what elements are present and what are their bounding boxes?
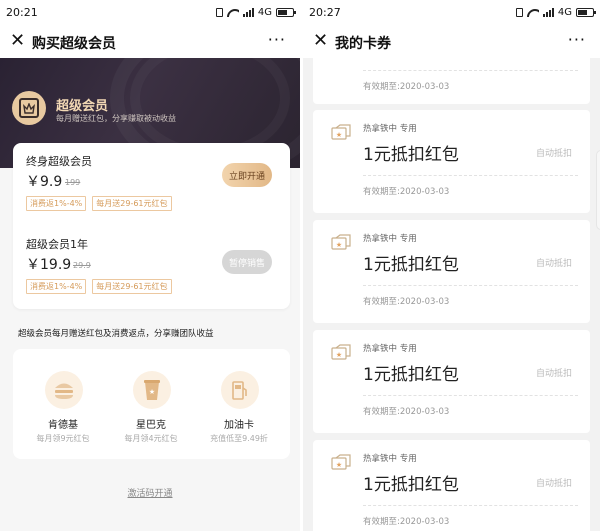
coupon-expiry: 有效期至:2020-03-03: [363, 517, 450, 527]
coupon-expiry: 有效期至:2020-03-03: [363, 187, 450, 197]
sale-paused-button: 暂停销售: [222, 250, 272, 274]
my-coupons-screen: 20:27 4G ✕ 我的卡券 ··· 有效期至:2020-03-03 ★ 热拿…: [303, 0, 600, 531]
coupon-divider: [363, 70, 578, 71]
signal-icon: [242, 8, 254, 17]
wifi-icon: [527, 8, 539, 17]
coupon-amount: 1元抵扣红包: [363, 255, 459, 275]
coupon-divider: [363, 285, 578, 286]
nav-bar: ✕ 我的卡券 ···: [303, 26, 600, 58]
coupon-card[interactable]: ★ 热拿铁中 专用 1元抵扣红包 自动抵扣 有效期至:2020-03-03: [313, 330, 590, 433]
benefit-fuel-card[interactable]: 加油卡 充值低至9.49折: [193, 349, 285, 459]
activation-code-link[interactable]: 激活码开通: [0, 486, 300, 499]
plan-name: 终身超级会员: [26, 155, 92, 168]
more-menu-icon[interactable]: ···: [268, 30, 286, 49]
burger-icon: [45, 371, 83, 409]
coupon-divider: [363, 505, 578, 506]
plan-name: 超级会员1年: [26, 238, 88, 251]
coupon-store: 热拿铁中 专用: [363, 234, 417, 244]
status-time: 20:21: [6, 6, 38, 19]
coupon-card-partial[interactable]: 有效期至:2020-03-03: [313, 58, 590, 104]
coupon-card[interactable]: ★ 热拿铁中 专用 1元抵扣红包 自动抵扣 有效期至:2020-03-03: [313, 220, 590, 323]
benefit-starbucks[interactable]: ★ 星巴克 每月领4元红包: [105, 349, 197, 459]
plan-one-year: 超级会员1年 ￥19.9 29.9 消费返1%-4% 每月送29-61元红包 暂…: [13, 226, 290, 309]
side-scroll-handle[interactable]: [596, 150, 600, 230]
nav-bar: ✕ 购买超级会员 ···: [0, 26, 300, 58]
svg-text:★: ★: [149, 388, 155, 396]
coupon-expiry: 有效期至:2020-03-03: [363, 407, 450, 417]
status-icons: 4G: [215, 7, 296, 18]
coupon-amount: 1元抵扣红包: [363, 475, 459, 495]
battery-icon: [576, 8, 596, 17]
plan-price: ￥9.9: [26, 174, 63, 190]
fuel-pump-icon: [221, 371, 259, 409]
coupon-card[interactable]: ★ 热拿铁中 专用 1元抵扣红包 自动抵扣 有效期至:2020-03-03: [313, 110, 590, 213]
coupon-auto-deduct: 自动抵扣: [535, 259, 572, 269]
svg-text:★: ★: [336, 241, 342, 249]
coupon-auto-deduct: 自动抵扣: [535, 479, 572, 489]
page-title: 购买超级会员: [32, 36, 116, 52]
plan-tag: 消费返1%-4%: [26, 196, 87, 211]
coupon-expiry: 有效期至:2020-03-03: [363, 82, 450, 92]
status-bar: 20:27 4G: [303, 0, 600, 26]
coupon-amount: 1元抵扣红包: [363, 145, 459, 165]
vibrate-icon: [515, 8, 523, 17]
coupon-store: 热拿铁中 专用: [363, 124, 417, 134]
hero-subtitle: 每月赠送红包，分享赚取被动收益: [56, 114, 176, 123]
wifi-icon: [227, 8, 239, 17]
plan-tags: 消费返1%-4% 每月送29-61元红包: [26, 279, 172, 294]
coupon-auto-deduct: 自动抵扣: [535, 369, 572, 379]
benefit-name: 星巴克: [136, 420, 166, 431]
status-bar: 20:21 4G: [0, 0, 300, 26]
vibrate-icon: [215, 8, 223, 17]
page-title: 我的卡券: [335, 36, 391, 52]
coupon-ticket-icon: ★: [331, 454, 351, 470]
coupon-divider: [363, 175, 578, 176]
benefit-desc: 每月领9元红包: [36, 434, 90, 443]
coupon-auto-deduct: 自动抵扣: [535, 149, 572, 159]
plan-card: 终身超级会员 ￥9.9 199 消费返1%-4% 每月送29-61元红包 立即开…: [13, 143, 290, 309]
vip-crown-icon: [12, 91, 46, 125]
plan-original-price: 29.9: [73, 261, 91, 270]
close-icon[interactable]: ✕: [10, 31, 25, 51]
plan-price: ￥19.9: [26, 257, 72, 273]
benefit-description: 超级会员每月赠送红包及消费返点，分享赚团队收益: [18, 329, 214, 339]
plan-tag: 每月送29-61元红包: [92, 196, 172, 211]
svg-text:★: ★: [336, 461, 342, 469]
coupon-amount: 1元抵扣红包: [363, 365, 459, 385]
plan-original-price: 199: [65, 178, 81, 187]
benefit-name: 加油卡: [224, 420, 254, 431]
benefit-name: 肯德基: [48, 420, 78, 431]
more-menu-icon[interactable]: ···: [568, 30, 586, 49]
coupon-card[interactable]: ★ 热拿铁中 专用 1元抵扣红包 自动抵扣 有效期至:2020-03-03: [313, 440, 590, 531]
purchase-super-member-screen: 20:21 4G ✕ 购买超级会员 ··· 超级会员 每月赠送红包，分享赚取被动…: [0, 0, 300, 531]
coupon-store: 热拿铁中 专用: [363, 454, 417, 464]
coffee-cup-icon: ★: [133, 371, 171, 409]
coupon-ticket-icon: ★: [331, 344, 351, 360]
plan-tag: 消费返1%-4%: [26, 279, 87, 294]
svg-text:★: ★: [336, 131, 342, 139]
network-type: 4G: [257, 7, 272, 18]
signal-icon: [542, 8, 554, 17]
coupon-ticket-icon: ★: [331, 124, 351, 140]
coupon-expiry: 有效期至:2020-03-03: [363, 297, 450, 307]
close-icon[interactable]: ✕: [313, 31, 328, 51]
plan-lifetime: 终身超级会员 ￥9.9 199 消费返1%-4% 每月送29-61元红包 立即开…: [13, 143, 290, 226]
benefit-desc: 充值低至9.49折: [210, 434, 268, 443]
open-now-button[interactable]: 立即开通: [222, 163, 272, 187]
status-time: 20:27: [309, 6, 341, 19]
svg-text:★: ★: [336, 351, 342, 359]
plan-tag: 每月送29-61元红包: [92, 279, 172, 294]
coupon-divider: [363, 395, 578, 396]
coupon-store: 热拿铁中 专用: [363, 344, 417, 354]
benefit-desc: 每月领4元红包: [124, 434, 178, 443]
plan-tags: 消费返1%-4% 每月送29-61元红包: [26, 196, 172, 211]
benefits-card: 肯德基 每月领9元红包 ★ 星巴克 每月领4元红包 加油卡 充值低至9.49折: [13, 349, 290, 459]
hero-title: 超级会员: [56, 99, 109, 114]
benefit-kfc[interactable]: 肯德基 每月领9元红包: [17, 349, 109, 459]
status-icons: 4G: [515, 7, 596, 18]
network-type: 4G: [557, 7, 572, 18]
battery-icon: [276, 8, 296, 17]
coupon-ticket-icon: ★: [331, 234, 351, 250]
